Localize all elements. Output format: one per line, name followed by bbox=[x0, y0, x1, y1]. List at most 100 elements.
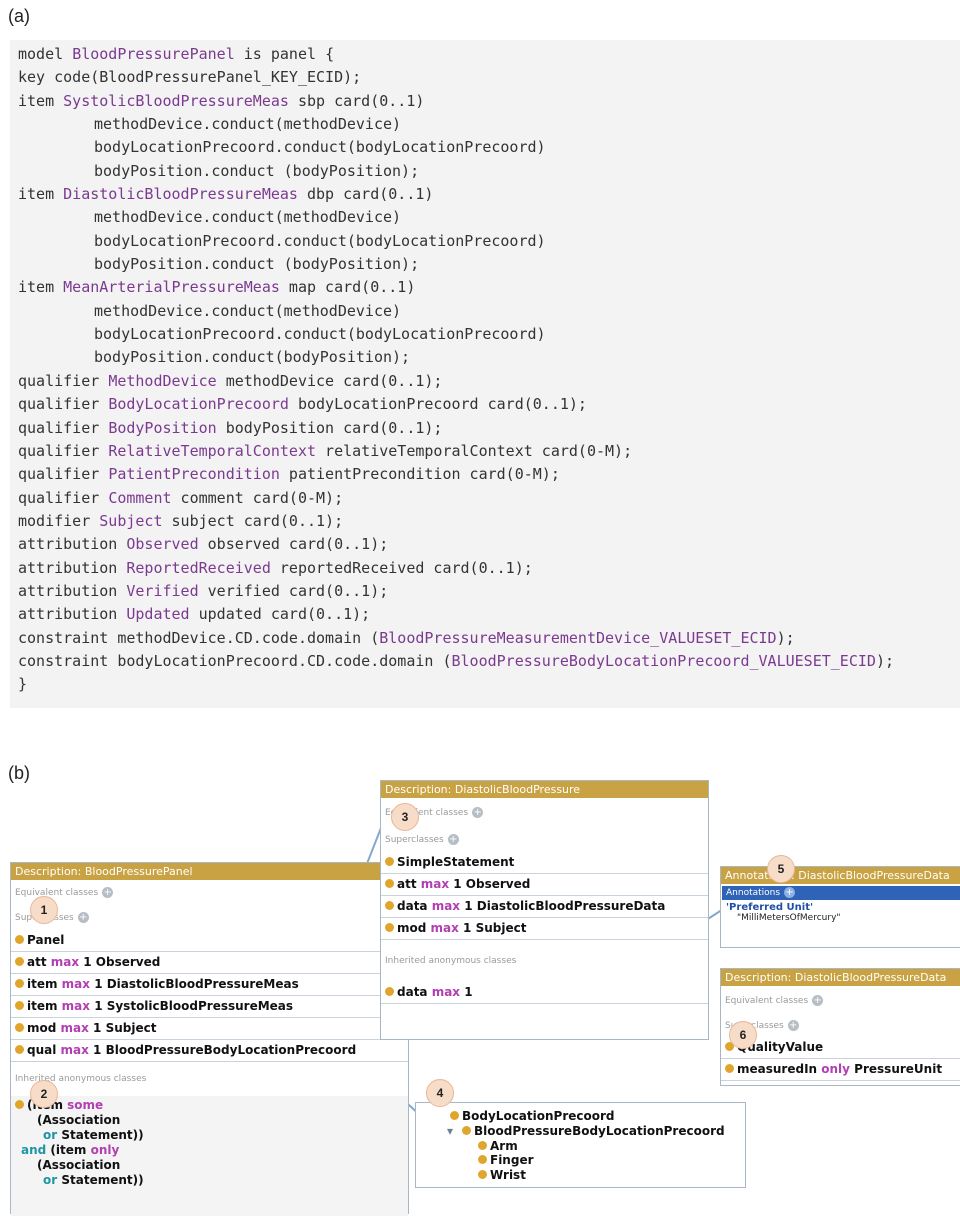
code-text: bodyPosition.conduct(bodyPosition); bbox=[94, 348, 411, 367]
class-row[interactable]: qual max 1 BloodPressureBodyLocationPrec… bbox=[11, 1040, 408, 1062]
tree-node-label: BloodPressureBodyLocationPrecoord bbox=[474, 1123, 725, 1138]
class-term: att bbox=[27, 955, 51, 969]
class-term: 1 Subject bbox=[458, 921, 527, 935]
code-text: qualifier bbox=[18, 465, 109, 484]
add-icon[interactable]: + bbox=[812, 995, 824, 1006]
class-term: PressureUnit bbox=[850, 1062, 943, 1076]
class-row[interactable]: data max 1 DiastolicBloodPressureData bbox=[381, 896, 708, 918]
expression-line: or Statement)) bbox=[15, 1128, 408, 1143]
equivalent-classes-section: Equivalent classes + bbox=[11, 880, 408, 906]
class-term: measuredIn bbox=[737, 1062, 822, 1076]
superclasses-section: Superclasses+ bbox=[381, 828, 708, 852]
class-term: (Association bbox=[37, 1113, 121, 1127]
code-text: sbp card(0..1) bbox=[288, 91, 425, 110]
class-row[interactable]: att max 1 Observed bbox=[11, 952, 408, 974]
tree-node-label: Finger bbox=[490, 1153, 534, 1168]
code-line: bodyPosition.conduct(bodyPosition); bbox=[18, 346, 960, 369]
class-dot-icon bbox=[15, 935, 24, 944]
panel-label-b: (b) bbox=[8, 763, 30, 783]
expression-line: (item some bbox=[15, 1098, 408, 1113]
class-keyword: max bbox=[430, 921, 459, 935]
annotation-property: 'Preferred Unit' bbox=[726, 902, 814, 913]
class-row[interactable]: SimpleStatement bbox=[381, 852, 708, 874]
class-term: 1 Observed bbox=[449, 877, 531, 891]
tree-node[interactable]: Wrist bbox=[478, 1168, 526, 1183]
code-line: bodyLocationPrecoord.conduct(bodyLocatio… bbox=[18, 230, 960, 253]
code-line: qualifier PatientPrecondition patientPre… bbox=[18, 463, 960, 486]
class-row[interactable]: item max 1 DiastolicBloodPressureMeas bbox=[11, 974, 408, 996]
add-icon[interactable]: + bbox=[447, 834, 459, 845]
code-line: bodyPosition.conduct (bodyPosition); bbox=[18, 253, 960, 276]
add-icon[interactable]: + bbox=[102, 887, 114, 898]
add-icon[interactable]: + bbox=[77, 912, 89, 923]
add-icon[interactable]: + bbox=[472, 807, 484, 818]
code-line: attribution Verified verified card(0..1)… bbox=[18, 580, 960, 603]
code-text: attribution bbox=[18, 605, 127, 624]
code-text: ); bbox=[776, 628, 795, 647]
expression-line: or Statement)) bbox=[15, 1173, 408, 1188]
class-dot-icon bbox=[15, 1001, 24, 1010]
callout-6: 6 bbox=[729, 1021, 757, 1049]
annotations-bar: Annotations + bbox=[722, 886, 960, 900]
code-text: constraint methodDevice.CD.code.domain ( bbox=[18, 628, 380, 647]
code-text: methodDevice.conduct(methodDevice) bbox=[94, 301, 402, 320]
class-term: SimpleStatement bbox=[397, 855, 515, 869]
class-row[interactable]: QualityValue bbox=[721, 1037, 960, 1059]
class-row[interactable]: Panel bbox=[11, 930, 408, 952]
equivalent-classes-section: Equivalent classes + bbox=[721, 986, 960, 1016]
expand-arrow-icon[interactable]: ▾ bbox=[447, 1124, 453, 1139]
tree-node[interactable]: Finger bbox=[478, 1153, 534, 1168]
class-row[interactable]: mod max 1 Subject bbox=[11, 1018, 408, 1040]
code-type-name: BloodPressureMeasurementDevice_VALUESET_… bbox=[379, 628, 777, 647]
expression-line: and (item only bbox=[15, 1143, 408, 1158]
class-row[interactable]: measuredIn only PressureUnit bbox=[721, 1059, 960, 1081]
code-text: verified card(0..1); bbox=[198, 581, 389, 600]
class-term: qual bbox=[27, 1043, 61, 1057]
code-line: attribution Updated updated card(0..1); bbox=[18, 603, 960, 626]
tree-node-label: Arm bbox=[490, 1138, 518, 1153]
code-text: bodyPosition.conduct (bodyPosition); bbox=[94, 255, 420, 274]
class-term: 1 BloodPressureBodyLocationPrecoord bbox=[88, 1043, 357, 1057]
tree-node[interactable]: Arm bbox=[478, 1139, 518, 1154]
class-row[interactable]: data max 1 bbox=[381, 982, 708, 1004]
code-line: item DiastolicBloodPressureMeas dbp card… bbox=[18, 183, 960, 206]
code-line: modifier Subject subject card(0..1); bbox=[18, 510, 960, 533]
add-icon[interactable]: + bbox=[784, 887, 796, 898]
callout-4: 4 bbox=[426, 1079, 454, 1107]
code-text: methodDevice.conduct(methodDevice) bbox=[94, 115, 402, 134]
code-text: qualifier bbox=[18, 441, 109, 460]
code-text: comment card(0-M); bbox=[171, 488, 344, 507]
class-dot-icon bbox=[478, 1170, 487, 1180]
diastolic-data-description: Description: DiastolicBloodPressureData … bbox=[720, 968, 960, 1086]
expression-line: (Association bbox=[15, 1113, 408, 1128]
add-icon[interactable]: + bbox=[787, 1020, 799, 1031]
code-type-name: BodyLocationPrecoord bbox=[108, 395, 289, 414]
equivalent-classes-section: Equivalent classes + bbox=[381, 798, 708, 828]
tree-node[interactable]: ▾ BloodPressureBodyLocationPrecoord bbox=[447, 1123, 725, 1139]
code-type-name: RelativeTemporalContext bbox=[108, 441, 317, 460]
code-text: qualifier bbox=[18, 418, 109, 437]
inherited-list: data max 1 bbox=[381, 982, 708, 1004]
panel-header: Description: BloodPressurePanel bbox=[11, 863, 408, 880]
code-line: item MeanArterialPressureMeas map card(0… bbox=[18, 276, 960, 299]
code-text: model bbox=[18, 45, 73, 63]
callout-1: 1 bbox=[30, 896, 58, 924]
tree-node[interactable]: BodyLocationPrecoord bbox=[450, 1109, 615, 1124]
class-term: (Association bbox=[37, 1158, 121, 1172]
code-text: key code(BloodPressurePanel_KEY_ECID); bbox=[18, 68, 362, 87]
class-row[interactable]: att max 1 Observed bbox=[381, 874, 708, 896]
code-line: methodDevice.conduct(methodDevice) bbox=[18, 113, 960, 136]
panel-header: Description: DiastolicBloodPressure bbox=[381, 781, 708, 798]
code-text: subject card(0..1); bbox=[162, 511, 344, 530]
code-text: methodDevice.conduct(methodDevice) bbox=[94, 208, 402, 227]
code-text: modifier bbox=[18, 511, 100, 530]
code-type-name: BloodPressurePanel bbox=[72, 45, 235, 63]
class-dot-icon bbox=[15, 1045, 24, 1054]
class-row[interactable]: mod max 1 Subject bbox=[381, 918, 708, 940]
code-lines: model BloodPressurePanel is panel { key c… bbox=[10, 40, 960, 697]
code-line: methodDevice.conduct(methodDevice) bbox=[18, 300, 960, 323]
code-text: qualifier bbox=[18, 371, 109, 390]
class-term: 1 bbox=[460, 985, 473, 999]
class-row[interactable]: item max 1 SystolicBloodPressureMeas bbox=[11, 996, 408, 1018]
code-line: model BloodPressurePanel is panel { bbox=[18, 43, 960, 66]
